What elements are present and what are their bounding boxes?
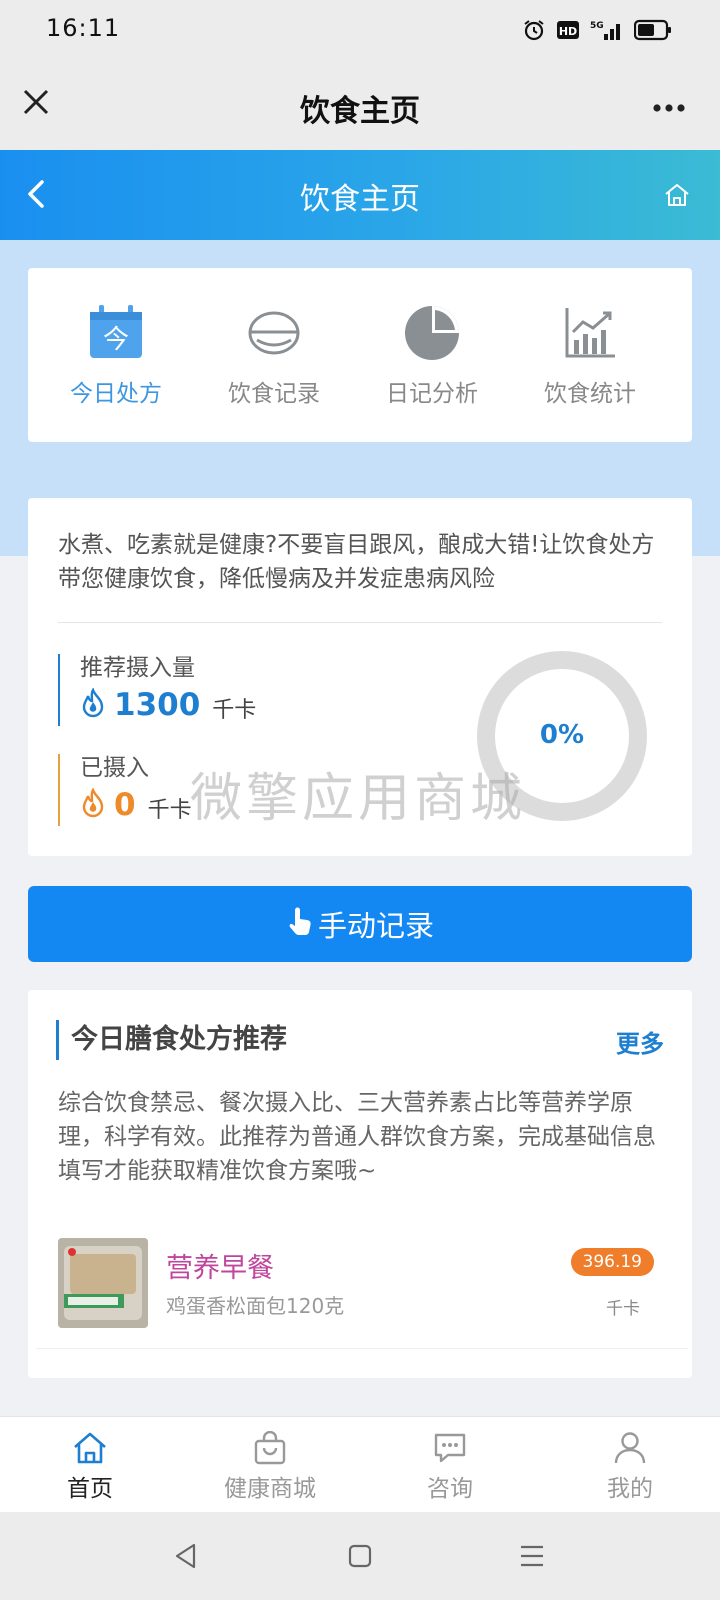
tab-label: 健康商城: [224, 1476, 316, 1502]
nav-item-diary-analysis[interactable]: 日记分析: [352, 302, 512, 408]
manual-record-label: 手动记录: [317, 909, 434, 943]
tab-label: 首页: [67, 1476, 113, 1502]
line-chart-icon: [565, 308, 615, 358]
flame-icon: [80, 687, 106, 722]
recommendation-title: 今日膳食处方推荐: [56, 1020, 287, 1060]
consumed-intake: 已摄入 0 千卡: [58, 754, 192, 826]
menu-lines-icon[interactable]: [516, 1540, 548, 1572]
nav-item-today-prescription[interactable]: 今 今日处方: [36, 302, 196, 408]
consumed-intake-unit: 千卡: [147, 798, 192, 823]
home-square-icon[interactable]: [344, 1540, 376, 1572]
bottom-tab-bar: 首页 健康商城 咨询 我的: [0, 1416, 720, 1512]
tab-health-mall[interactable]: 健康商城: [190, 1431, 350, 1503]
flame-icon: [80, 787, 106, 822]
nav-item-label: 饮食统计: [544, 381, 636, 407]
tab-consult[interactable]: 咨询: [370, 1431, 530, 1503]
calendar-today-icon: 今: [90, 305, 142, 358]
manual-record-button[interactable]: 手动记录: [28, 886, 692, 962]
more-options-icon[interactable]: [652, 94, 686, 114]
consumed-intake-value: 0: [114, 787, 136, 823]
status-time: 16:11: [46, 14, 121, 42]
recommendation-description: 综合饮食禁忌、餐次摄入比、三大营养素占比等营养学原理，科学有效。此推荐为普通人群…: [58, 1090, 656, 1184]
home-icon: [74, 1432, 106, 1464]
chat-icon: [434, 1433, 466, 1463]
meal-calories-unit: 千卡: [606, 1299, 640, 1319]
more-link[interactable]: 更多: [616, 1024, 664, 1059]
intake-summary-card: 水煮、吃素就是健康?不要盲目跟风，酿成大错!让饮食处方带您健康饮食，降低慢病及并…: [28, 498, 692, 856]
app-header: 饮食主页: [0, 150, 720, 240]
svg-text:5G: 5G: [590, 21, 604, 31]
tab-label: 咨询: [427, 1476, 473, 1502]
page-title: 饮食主页: [300, 182, 420, 217]
nav-item-label: 今日处方: [70, 381, 162, 407]
status-bar: 16:11 HD 5G: [0, 0, 720, 64]
tab-mine[interactable]: 我的: [550, 1431, 710, 1503]
svg-text:HD: HD: [559, 25, 577, 38]
consumed-intake-label: 已摄入: [80, 755, 149, 781]
tap-hand-icon: [286, 906, 318, 943]
hd-icon: HD: [556, 20, 580, 40]
meal-detail: 鸡蛋香松面包120克: [166, 1294, 345, 1318]
system-navigation-bar: [0, 1512, 720, 1600]
meal-item[interactable]: 营养早餐 鸡蛋香松面包120克 396.19 千卡: [58, 1238, 664, 1330]
meal-thumbnail: [58, 1238, 148, 1328]
wechat-title-bar: 饮食主页: [0, 64, 720, 150]
tab-label: 我的: [607, 1476, 653, 1502]
recommended-intake-unit: 千卡: [212, 698, 257, 723]
user-icon: [614, 1432, 646, 1464]
nav-item-diet-record[interactable]: 饮食记录: [194, 302, 354, 408]
meal-calories-badge: 396.19: [570, 1248, 654, 1276]
nav-item-diet-statistics[interactable]: 饮食统计: [510, 302, 670, 408]
alarm-icon: [522, 18, 546, 42]
wechat-title: 饮食主页: [300, 94, 420, 129]
intake-progress-text: 0%: [539, 720, 585, 750]
battery-icon: [634, 19, 672, 41]
bowl-icon: [248, 311, 300, 355]
recommended-intake-value: 1300: [114, 687, 201, 723]
shopping-bag-icon: [254, 1431, 286, 1465]
recommended-intake-label: 推荐摄入量: [80, 655, 195, 681]
nav-item-label: 日记分析: [386, 381, 478, 407]
nav-item-label: 饮食记录: [228, 381, 320, 407]
recommended-intake: 推荐摄入量 1300 千卡: [58, 654, 256, 726]
back-triangle-icon[interactable]: [170, 1540, 202, 1572]
meal-name: 营养早餐: [166, 1253, 274, 1284]
status-icons: HD 5G: [522, 18, 672, 42]
divider: [36, 1348, 688, 1349]
signal-icon: 5G: [590, 18, 624, 42]
divider: [58, 622, 662, 623]
svg-text:今: 今: [103, 325, 129, 355]
intro-text: 水煮、吃素就是健康?不要盲目跟风，酿成大错!让饮食处方带您健康饮食，降低慢病及并…: [58, 532, 655, 592]
feature-nav-card: 今 今日处方 饮食记录 日记分析 饮食统计: [28, 268, 692, 442]
tab-home[interactable]: 首页: [10, 1431, 170, 1503]
pie-chart-icon: [405, 306, 459, 360]
home-icon[interactable]: [662, 180, 692, 210]
meal-recommendation-card: 今日膳食处方推荐 更多 综合饮食禁忌、餐次摄入比、三大营养素占比等营养学原理，科…: [28, 990, 692, 1378]
